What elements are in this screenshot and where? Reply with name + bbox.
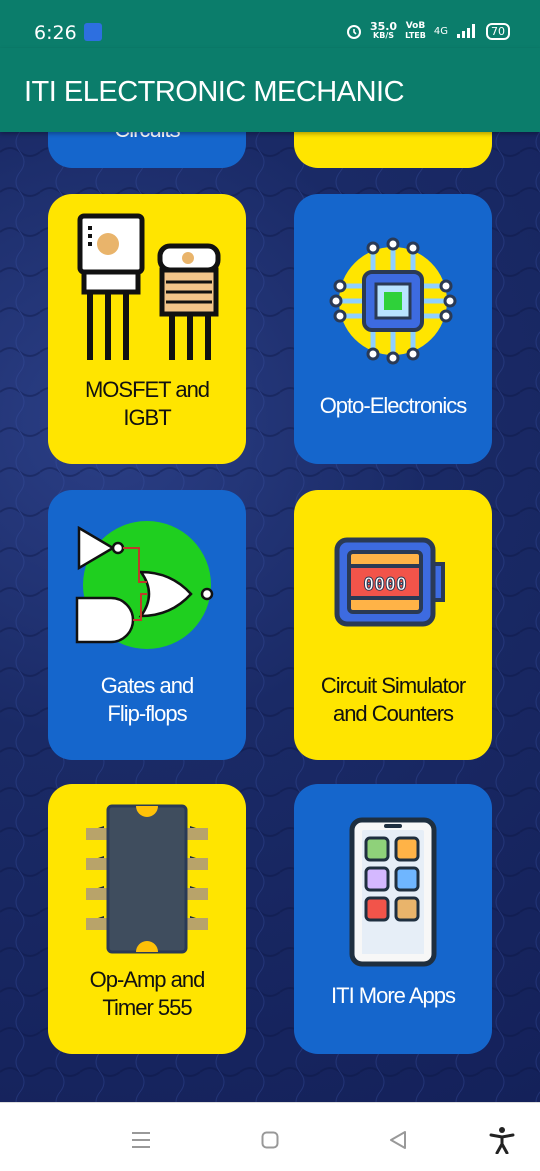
speed-value: 35.0 <box>369 20 398 33</box>
home-icon <box>261 1131 279 1149</box>
menu-button[interactable] <box>124 1123 158 1157</box>
network-type: 4G <box>433 25 448 37</box>
counter-display: 0000 <box>363 574 406 595</box>
tile-label: Op-Amp and Timer 555 <box>48 966 246 1022</box>
tile-label-line2: Flip-flops <box>107 701 187 726</box>
tile-opto-electronics[interactable]: Opto-Electronics <box>294 194 492 464</box>
tile-label: MOSFET and IGBT <box>48 376 246 432</box>
status-bar: 6:26 35.0 KB/S VoB LTEB 4G 70 <box>0 0 540 48</box>
tile-label: Gates and Flip-flops <box>48 672 246 728</box>
app-bar: ITI ELECTRONIC MECHANIC <box>0 48 540 132</box>
counter-icon: 0000 <box>334 537 445 627</box>
logic-gates-icon <box>75 521 214 649</box>
alarm-icon <box>346 25 361 39</box>
home-button[interactable] <box>253 1123 287 1157</box>
tile-label: ITI More Apps <box>294 982 492 1010</box>
tile-grid[interactable]: Circuits MOSFET and IGBT <box>0 132 540 1102</box>
phone-apps-icon <box>349 817 437 967</box>
status-icons: 35.0 KB/S VoB LTEB 4G 70 <box>346 20 510 41</box>
tile-label-line1: Gates and <box>100 673 195 698</box>
tile-label-line1: ITI More Apps <box>331 983 456 1008</box>
mosfet-icon <box>77 213 221 360</box>
tile-mosfet-igbt[interactable]: MOSFET and IGBT <box>48 194 246 464</box>
tile-label-line1: Circuit Simulator <box>320 673 466 698</box>
accessibility-button[interactable] <box>485 1123 519 1157</box>
tile-label-line2: Timer 555 <box>102 995 192 1020</box>
tile-gates-flipflops[interactable]: Gates and Flip-flops <box>48 490 246 760</box>
speed-unit: KB/S <box>373 31 394 40</box>
tile-top-right[interactable] <box>294 132 492 168</box>
tile-label: Circuits <box>48 132 246 144</box>
tile-label-line2: and Counters <box>332 701 454 726</box>
accessibility-icon <box>489 1127 515 1154</box>
tile-circuit-simulator[interactable]: 0000 Circuit Simulator and Counters <box>294 490 492 760</box>
system-nav-bar <box>0 1102 540 1171</box>
back-button[interactable] <box>381 1123 415 1157</box>
tile-label: Opto-Electronics <box>294 392 492 420</box>
battery-level: 70 <box>486 22 510 40</box>
notification-icon <box>84 23 102 41</box>
volte-indicator: VoB LTEB <box>405 21 426 41</box>
tile-label-line2: IGBT <box>123 405 171 430</box>
volte-bottom: LTEB <box>405 31 426 40</box>
data-speed: 35.0 KB/S <box>369 20 398 40</box>
tile-label-line1: MOSFET and <box>84 377 210 402</box>
app-title: ITI ELECTRONIC MECHANIC <box>24 76 405 108</box>
status-time: 6:26 <box>34 22 77 44</box>
volte-top: VoB <box>405 21 426 31</box>
tile-opamp-timer[interactable]: Op-Amp and Timer 555 <box>48 784 246 1054</box>
tile-label: Circuit Simulator and Counters <box>294 672 492 728</box>
menu-icon <box>132 1132 150 1148</box>
tile-circuits[interactable]: Circuits <box>48 132 246 168</box>
signal-icon <box>457 24 475 38</box>
back-icon <box>390 1131 406 1149</box>
tile-label-line1: Opto-Electronics <box>319 393 468 418</box>
tile-label-line1: Op-Amp and <box>89 967 206 992</box>
tile-more-apps[interactable]: ITI More Apps <box>294 784 492 1054</box>
ic-chip-icon <box>86 804 208 954</box>
chip-icon <box>329 237 457 365</box>
